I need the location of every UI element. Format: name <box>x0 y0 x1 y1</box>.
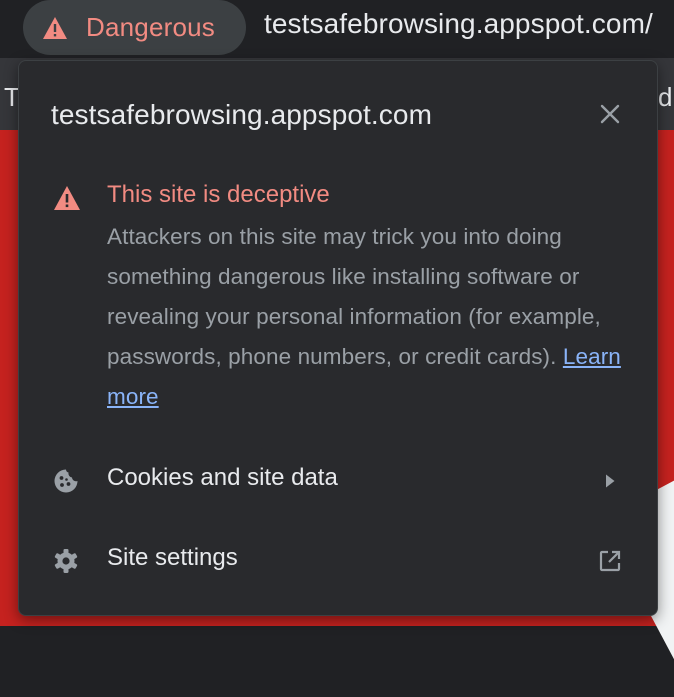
warning-body: Attackers on this site may trick you int… <box>107 217 637 417</box>
gear-icon <box>53 548 79 574</box>
arrow-right-icon <box>597 468 623 494</box>
popup-title: testsafebrowsing.appspot.com <box>51 99 433 130</box>
url-text[interactable]: testsafebrowsing.appspot.com/ <box>264 8 653 40</box>
security-chip[interactable]: Dangerous <box>23 0 246 55</box>
cookies-and-site-data-item[interactable]: Cookies and site data <box>19 448 657 512</box>
security-chip-label: Dangerous <box>86 12 215 42</box>
close-button[interactable] <box>595 101 625 131</box>
close-icon <box>600 104 620 129</box>
cookie-icon <box>53 468 79 494</box>
warning-heading: This site is deceptive <box>107 181 330 208</box>
warning-icon <box>53 185 81 211</box>
site-settings-item[interactable]: Site settings <box>19 528 657 592</box>
address-bar: Dangerous testsafebrowsing.appspot.com/ <box>0 0 674 58</box>
bookmark-item[interactable]: di <box>658 82 674 113</box>
cookies-and-site-data-label: Cookies and site data <box>107 464 338 491</box>
warning-text: Attackers on this site may trick you int… <box>107 224 601 369</box>
site-settings-label: Site settings <box>107 544 238 571</box>
page-info-popup: testsafebrowsing.appspot.com This site i… <box>18 60 658 616</box>
open-in-new-icon <box>597 548 623 574</box>
warning-icon <box>42 16 68 40</box>
